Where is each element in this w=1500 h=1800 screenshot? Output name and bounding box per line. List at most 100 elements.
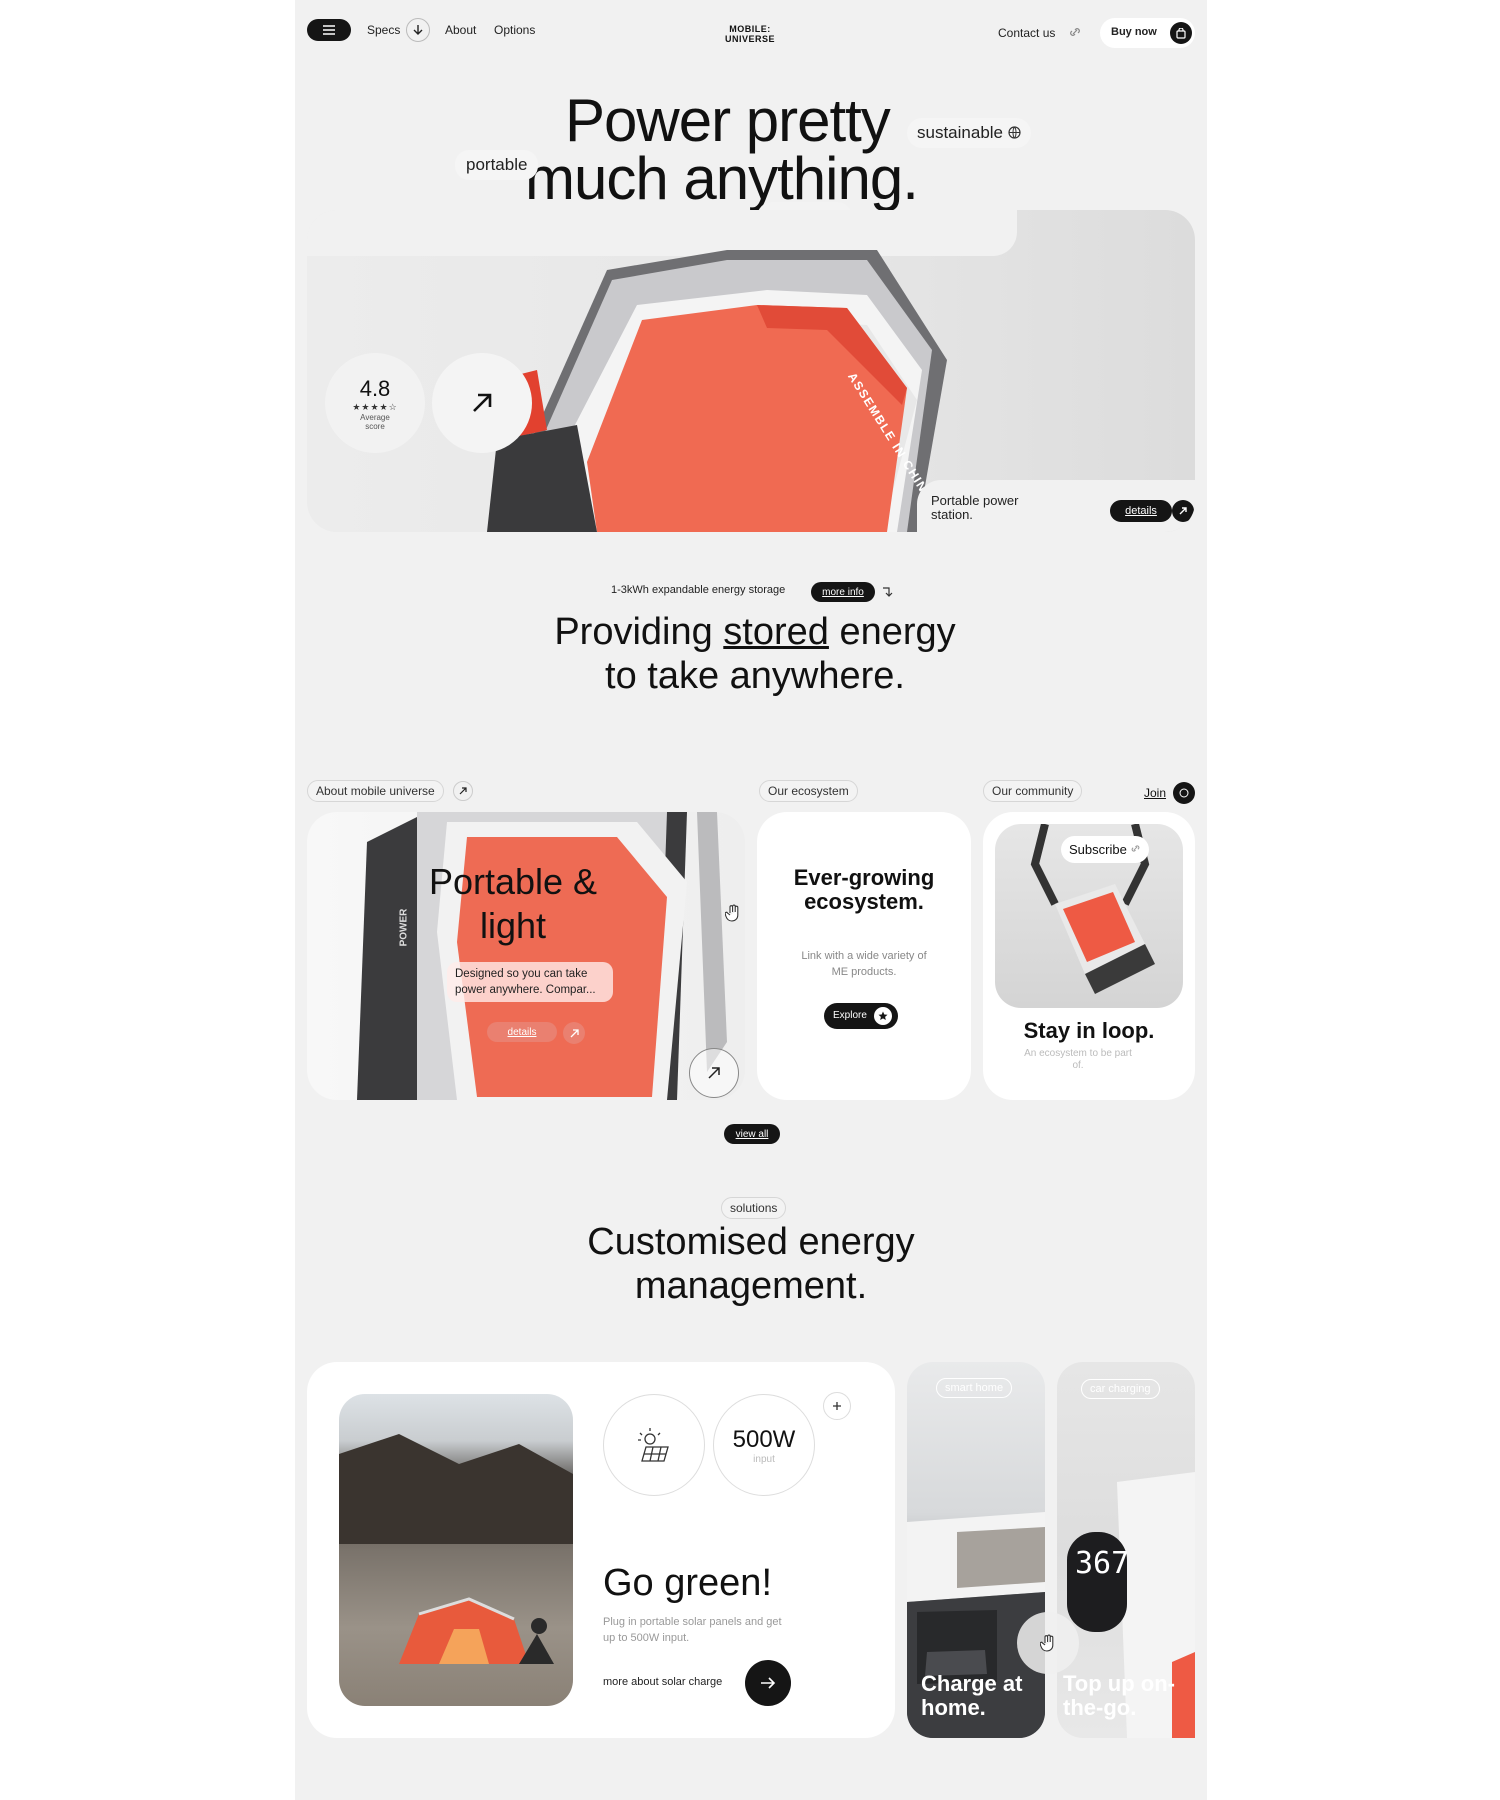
menu-icon <box>323 25 335 35</box>
smart-home-card[interactable]: smart home Charge at home. <box>907 1362 1045 1738</box>
logo[interactable]: MOBILE: UNIVERSE <box>705 24 795 44</box>
star-icon <box>878 1011 888 1020</box>
solutions-chip: solutions <box>721 1197 787 1219</box>
tent-illustration <box>339 1434 573 1664</box>
portable-product-image <box>357 812 727 1100</box>
join-button[interactable] <box>1173 782 1195 804</box>
sun-panel-icon <box>638 1428 669 1462</box>
storage-heading-c: energy <box>828 611 956 653</box>
add-stat-button[interactable] <box>823 1392 851 1420</box>
portable-card[interactable]: POWER Portable & light Designed so you c… <box>307 812 745 1100</box>
solutions-heading-line1: Customised energy <box>587 1221 915 1263</box>
ecosystem-chip[interactable]: Our ecosystem <box>759 780 858 802</box>
specs-dropdown-button[interactable] <box>406 18 430 42</box>
solutions-heading: Customised energy management. <box>501 1220 1001 1308</box>
storage-heading: Providing stored energy to take anywhere… <box>485 610 1025 698</box>
logo-line2: UNIVERSE <box>724 34 775 44</box>
ecosystem-card[interactable]: Ever-growing ecosystem. Link with a wide… <box>757 812 971 1100</box>
bag-button <box>1170 22 1192 44</box>
explore-icon-wrap <box>874 1007 892 1025</box>
view-all-button[interactable]: view all <box>724 1124 780 1144</box>
input-stat: 500W input <box>713 1394 815 1496</box>
smart-home-title: Charge at home. <box>921 1671 1023 1720</box>
about-chip[interactable]: About mobile universe <box>307 780 444 802</box>
solar-charge-link[interactable]: more about solar charge <box>603 1676 722 1688</box>
rating-stars: ★★★★☆ <box>352 401 398 412</box>
plus-icon <box>833 1402 841 1410</box>
car-display-value: 367 <box>1075 1546 1130 1581</box>
eco-desc: Link with a wide variety of ME products. <box>801 950 927 978</box>
return-arrow-icon <box>883 587 893 597</box>
storage-heading-line2: to take anywhere. <box>605 655 905 697</box>
tag-sustainable-label: sustainable <box>917 123 1004 142</box>
details-button[interactable]: details <box>1110 500 1172 522</box>
portable-card-arrow-button[interactable] <box>689 1048 739 1098</box>
nav-contact[interactable]: Contact us <box>998 26 1055 40</box>
buy-now-button[interactable]: Buy now <box>1100 18 1195 48</box>
arrow-up-right-icon <box>459 787 467 795</box>
storage-kicker: 1-3kWh expandable energy storage <box>611 584 786 596</box>
hand-cursor-icon <box>1040 1634 1054 1652</box>
portable-details-arrow[interactable] <box>563 1022 585 1044</box>
community-card[interactable]: Subscribe Stay in loop. An ecosystem to … <box>983 812 1195 1100</box>
globe-icon <box>1179 788 1189 798</box>
storage-heading-b: stored <box>723 611 829 653</box>
storage-heading-a: Providing <box>554 611 724 653</box>
community-title: Stay in loop. <box>1023 1018 1155 1043</box>
product-caption: Portable power station. <box>931 493 1019 522</box>
more-info-label: more info <box>822 586 864 598</box>
link-icon <box>1070 28 1080 36</box>
community-chip[interactable]: Our community <box>983 780 1083 802</box>
globe-icon <box>1008 126 1021 139</box>
tag-portable: portable <box>455 150 539 180</box>
buy-now-label: Buy now <box>1111 26 1157 38</box>
nav-about[interactable]: About <box>445 23 476 37</box>
carousel-drag-handle[interactable] <box>1017 1612 1079 1674</box>
details-arrow-button[interactable] <box>1172 500 1194 522</box>
bag-icon <box>1176 27 1186 39</box>
about-arrow-button[interactable] <box>453 781 473 801</box>
hero-arrow-button[interactable] <box>432 353 532 453</box>
go-green-title: Go green! <box>603 1562 772 1604</box>
hero-image: ASSEMBLE IN CHINA 4.8 ★★★★☆ Average scor… <box>307 210 1195 532</box>
input-label: input <box>753 1453 775 1465</box>
solar-panel-stat <box>603 1394 705 1496</box>
input-value: 500W <box>732 1425 796 1453</box>
solar-charge-button[interactable] <box>745 1660 791 1706</box>
portable-title: Portable & light <box>428 861 598 946</box>
solutions-heading-line2: management. <box>634 1265 868 1307</box>
nav-options[interactable]: Options <box>494 23 535 37</box>
explore-label: Explore <box>833 1010 867 1021</box>
portable-details-label: details <box>507 1026 537 1038</box>
more-info-button[interactable]: more info <box>811 582 875 602</box>
portable-details-button[interactable]: details <box>487 1022 557 1042</box>
subscribe-label: Subscribe <box>1069 842 1127 857</box>
car-charging-card[interactable]: 367 car charging Top up on-the-go. <box>1057 1362 1195 1738</box>
explore-button[interactable]: Explore <box>824 1003 898 1029</box>
camping-photo <box>339 1394 573 1706</box>
product-caption-panel: Portable power station. details <box>917 480 1195 532</box>
smart-home-chip: smart home <box>936 1378 1013 1398</box>
eco-title: Ever-growing ecosystem. <box>793 865 935 914</box>
arrow-up-right-icon <box>570 1028 579 1037</box>
go-green-card: 500W input Go green! Plug in portable so… <box>307 1362 895 1738</box>
portable-desc: Designed so you can take power anywhere.… <box>447 962 613 1002</box>
rating-label: Average score <box>360 412 390 431</box>
menu-button[interactable] <box>307 19 351 41</box>
tag-sustainable: sustainable <box>907 118 1031 148</box>
arrow-up-right-icon <box>708 1067 720 1079</box>
power-mark: POWER <box>398 908 410 947</box>
community-image: Subscribe <box>995 824 1183 1008</box>
arrow-right-icon <box>761 1677 776 1689</box>
go-green-desc: Plug in portable solar panels and get up… <box>603 1616 782 1644</box>
car-charging-chip: car charging <box>1081 1379 1160 1399</box>
community-desc: An ecosystem to be part of. <box>1024 1048 1132 1071</box>
car-charging-title: Top up on-the-go. <box>1063 1671 1175 1720</box>
arrow-up-right-icon <box>1179 507 1187 515</box>
arrow-down-icon <box>413 25 423 35</box>
subscribe-button[interactable]: Subscribe <box>1061 836 1150 863</box>
join-link[interactable]: Join <box>1144 786 1166 800</box>
storage-heading-line1: Providing stored energy <box>485 610 1025 654</box>
rating-badge: 4.8 ★★★★☆ Average score <box>325 353 425 453</box>
nav-specs[interactable]: Specs <box>367 23 400 37</box>
